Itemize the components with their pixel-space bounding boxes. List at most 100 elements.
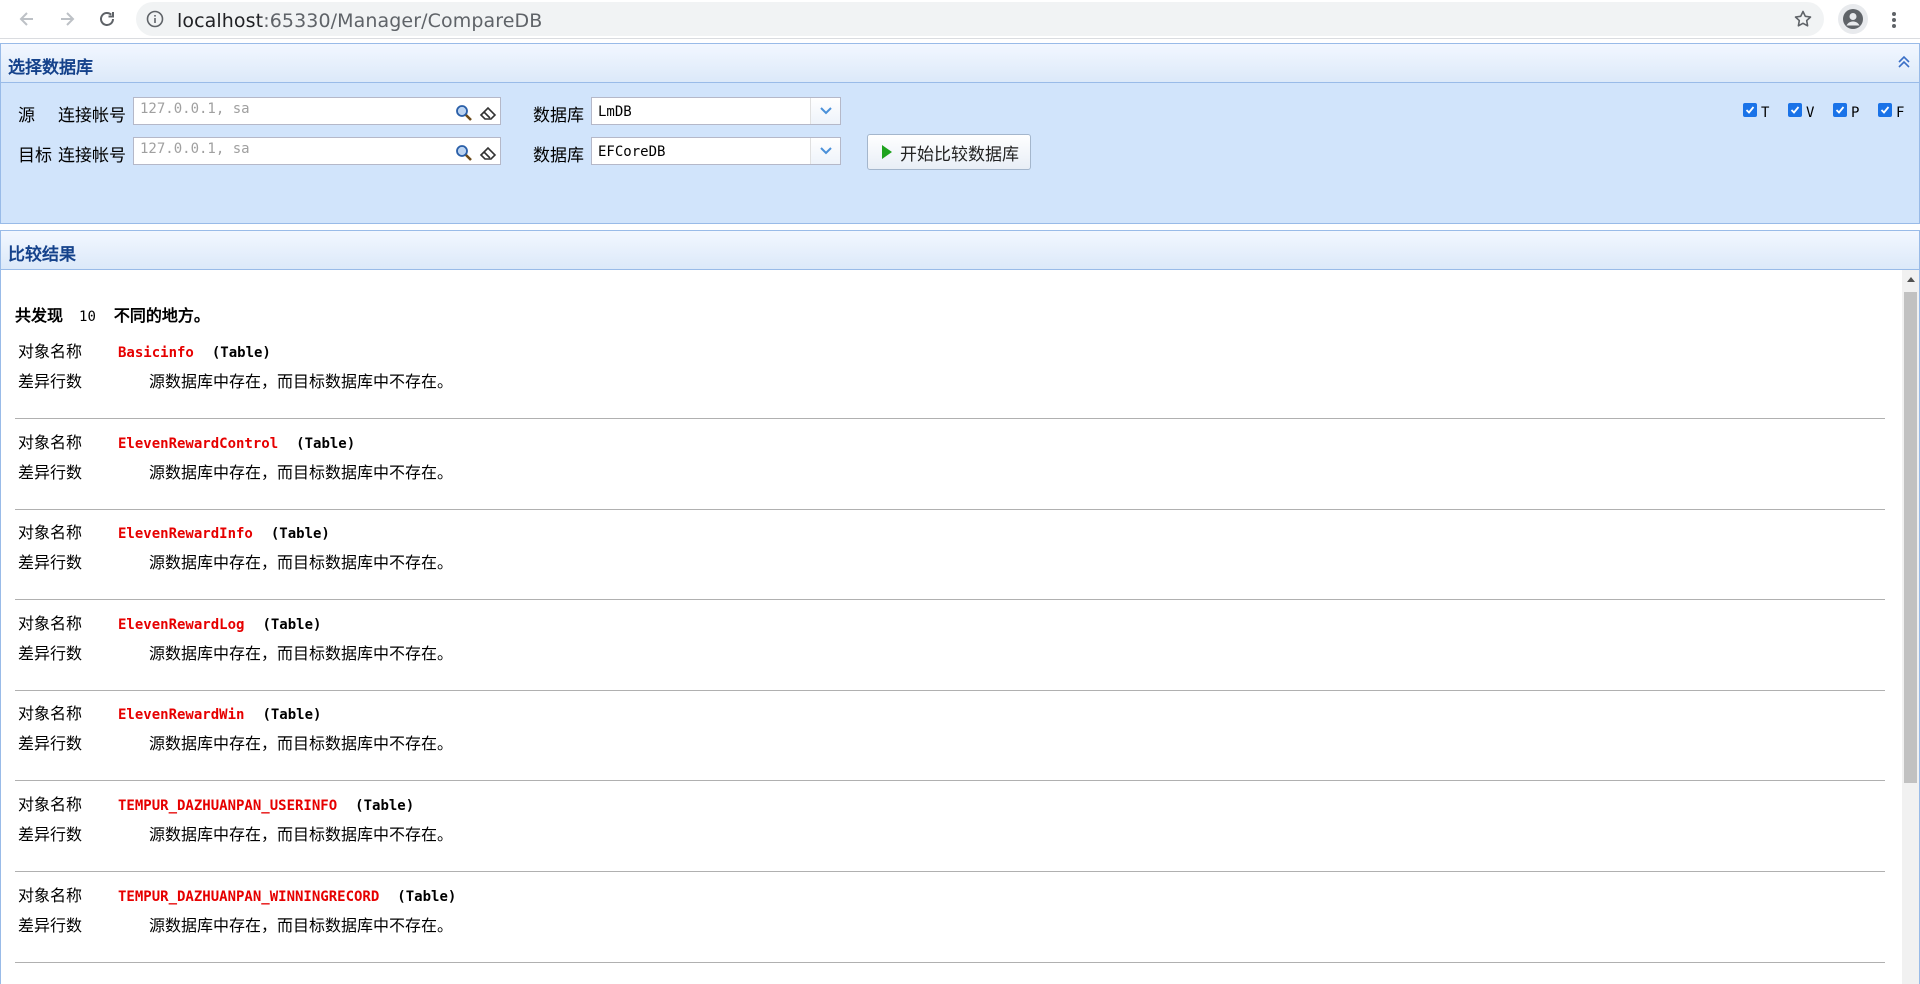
object-name: ElevenRewardControl [118, 436, 279, 452]
scroll-up-button[interactable] [1902, 270, 1919, 287]
profile-avatar[interactable] [1838, 4, 1868, 34]
check-icon[interactable] [1788, 103, 1802, 117]
checkbox-v-label: V [1806, 105, 1815, 121]
select-database-panel: 选择数据库 源 连接帐号 127.0.0.1, sa 数据库 LmDB 目标 连… [0, 43, 1920, 224]
diff-message: 源数据库中存在，而目标数据库中不存在。 [149, 825, 454, 844]
diff-item: 对象名称 ElevenRewardControl (Table) 差异行数 源数据库中… [15, 421, 1885, 512]
target-account-input[interactable]: 127.0.0.1, sa [133, 137, 501, 165]
diff-message: 源数据库中存在，而目标数据库中不存在。 [149, 916, 454, 935]
diff-item: 对象名称 ElevenRewardInfo (Table) 差异行数 源数据库中存在，… [15, 511, 1885, 602]
object-name-label: 对象名称 [18, 342, 83, 361]
source-account-placeholder: 127.0.0.1, sa [140, 101, 250, 117]
eraser-icon[interactable] [478, 103, 498, 123]
divider [15, 962, 1885, 963]
play-icon [882, 145, 892, 159]
target-db-label: 数据库 [533, 146, 584, 166]
search-icon[interactable] [454, 143, 474, 163]
person-icon [1843, 9, 1863, 29]
compare-result-title: 比较结果 [8, 245, 76, 265]
triangle-up-icon [1906, 276, 1915, 282]
object-type: (Table) [262, 617, 322, 633]
source-db-select[interactable]: LmDB [591, 97, 841, 125]
diff-message: 源数据库中存在，而目标数据库中不存在。 [149, 644, 454, 663]
target-account-label: 连接帐号 [58, 146, 126, 166]
diff-rows-label: 差异行数 [18, 644, 83, 663]
checkbox-p[interactable]: P [1833, 99, 1859, 121]
url-path: :65330/Manager/CompareDB [263, 10, 543, 32]
url-text[interactable]: localhost:65330/Manager/CompareDB [177, 10, 542, 32]
compare-result-panel: 比较结果 共发现 10 不同的地方。 对象名称 Basicinfo (Table) 差异… [0, 230, 1920, 984]
arrow-left-icon [19, 12, 33, 26]
diff-item: 对象名称 ElevenRewardLog (Table) 差异行数 源数据库中存在，而… [15, 602, 1885, 693]
source-db-dropdown-trigger[interactable] [810, 98, 840, 124]
object-name-label: 对象名称 [18, 523, 83, 542]
summary-suffix: 不同的地方。 [113, 306, 210, 325]
checkbox-f[interactable]: F [1878, 99, 1904, 121]
target-db-value: EFCoreDB [598, 144, 666, 160]
divider [15, 780, 1885, 781]
results-scrollbar[interactable] [1902, 270, 1919, 984]
diff-rows-label: 差异行数 [18, 825, 83, 844]
object-type: (Table) [270, 526, 330, 542]
divider [15, 871, 1885, 872]
url-host: localhost [177, 10, 264, 32]
collapse-up-icon[interactable] [1897, 55, 1911, 69]
arrow-right-icon [61, 12, 75, 26]
object-type: (Table) [296, 436, 356, 452]
checkbox-v[interactable]: V [1788, 99, 1814, 121]
summary-prefix: 共发现 [15, 306, 64, 325]
diff-rows-label: 差异行数 [18, 553, 83, 572]
divider [15, 418, 1885, 419]
diff-rows-label: 差异行数 [18, 463, 83, 482]
source-account-label: 连接帐号 [58, 106, 126, 126]
checkbox-p-label: P [1851, 105, 1860, 121]
select-database-title: 选择数据库 [8, 58, 93, 78]
result-summary: 共发现 10 不同的地方。 [15, 302, 210, 326]
diff-rows-label: 差异行数 [18, 734, 83, 753]
source-account-input[interactable]: 127.0.0.1, sa [133, 97, 501, 125]
diff-rows-label: 差异行数 [18, 916, 83, 935]
scroll-thumb[interactable] [1904, 292, 1917, 783]
divider [15, 599, 1885, 600]
object-name: TEMPUR_DAZHUANPAN_USERINFO [118, 798, 338, 814]
object-type: (Table) [211, 345, 271, 361]
divider [15, 690, 1885, 691]
forward-button[interactable] [53, 5, 81, 33]
object-name-label: 对象名称 [18, 614, 83, 633]
object-name-label: 对象名称 [18, 704, 83, 723]
diff-item: 对象名称 Basicinfo (Table) 差异行数 源数据库中存在，而目标数据库中… [15, 330, 1885, 421]
object-name: ElevenRewardInfo [118, 526, 253, 542]
target-label: 目标 [18, 146, 52, 166]
source-db-label: 数据库 [533, 106, 584, 126]
object-type: (Table) [355, 798, 415, 814]
start-compare-label: 开始比较数据库 [900, 144, 1019, 165]
reload-button[interactable] [93, 5, 121, 33]
object-name: ElevenRewardWin [118, 707, 245, 723]
search-icon[interactable] [454, 103, 474, 123]
chevron-down-icon [819, 107, 832, 115]
object-name-label: 对象名称 [18, 795, 83, 814]
target-db-select[interactable]: EFCoreDB [591, 137, 841, 165]
diff-message: 源数据库中存在，而目标数据库中不存在。 [149, 463, 454, 482]
browser-menu-button[interactable] [1880, 6, 1908, 34]
divider [15, 509, 1885, 510]
chevron-down-icon [819, 147, 832, 155]
target-db-dropdown-trigger[interactable] [810, 138, 840, 164]
eraser-icon[interactable] [478, 143, 498, 163]
object-name-label: 对象名称 [18, 886, 83, 905]
check-icon[interactable] [1833, 103, 1847, 117]
start-compare-button[interactable]: 开始比较数据库 [867, 134, 1031, 170]
check-icon[interactable] [1878, 103, 1892, 117]
back-button[interactable] [13, 5, 41, 33]
object-type: (Table) [397, 889, 457, 905]
reload-icon [100, 12, 114, 26]
address-bar[interactable]: localhost:65330/Manager/CompareDB [136, 2, 1824, 36]
browser-toolbar: localhost:65330/Manager/CompareDB [0, 0, 1920, 39]
star-icon[interactable] [1793, 9, 1813, 29]
check-icon[interactable] [1743, 103, 1757, 117]
compare-result-header: 比较结果 [1, 231, 1919, 270]
compare-result-body: 共发现 10 不同的地方。 对象名称 Basicinfo (Table) 差异行数 源数据… [1, 270, 1919, 984]
info-icon[interactable] [146, 10, 164, 28]
source-label: 源 [18, 106, 35, 126]
checkbox-t[interactable]: T [1743, 99, 1769, 121]
